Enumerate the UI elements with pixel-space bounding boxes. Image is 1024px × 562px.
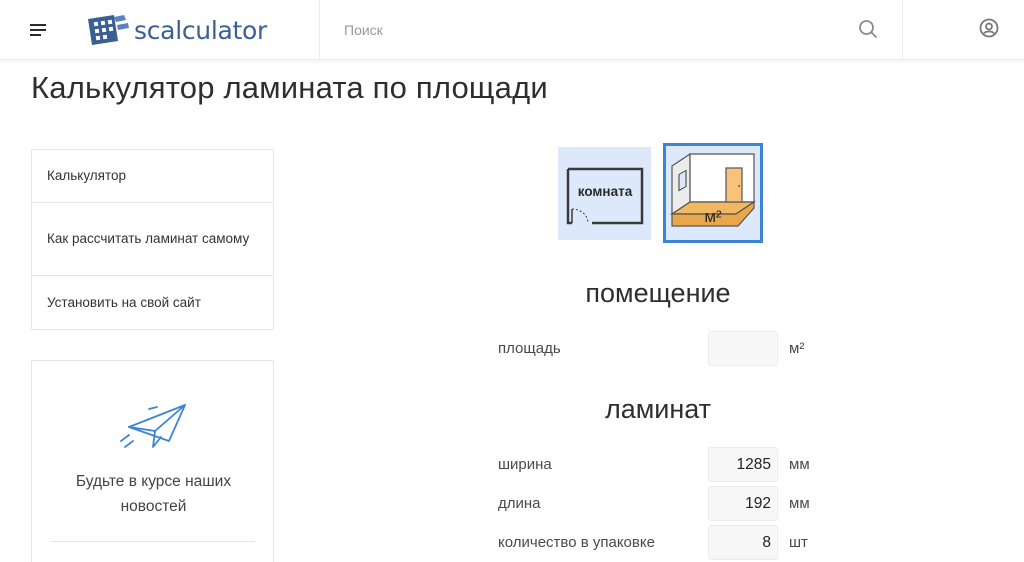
sidebar-item-label: Установить на свой сайт — [47, 294, 201, 310]
area-label: площадь — [498, 340, 561, 357]
hamburger-menu-icon[interactable] — [28, 19, 50, 41]
user-icon[interactable] — [977, 16, 1001, 40]
sidebar-item-install-widget[interactable]: Установить на свой сайт — [32, 276, 273, 329]
laminate-section-title: ламинат — [604, 394, 712, 424]
area-unit: м² — [789, 340, 805, 357]
room-plan-icon: комната — [566, 167, 644, 225]
pack-count-unit: шт — [789, 534, 808, 551]
news-subscribe-box: Будьте в курсе наших новостей — [31, 360, 274, 562]
header-divider — [902, 0, 903, 60]
calculator-logo-icon — [88, 15, 129, 45]
search-input[interactable] — [330, 14, 830, 46]
top-header: scalculator — [0, 0, 1024, 60]
sidebar-menu: Калькулятор Как рассчитать ламинат самом… — [31, 149, 274, 330]
site-logo[interactable]: scalculator — [84, 10, 267, 50]
length-label: длина — [498, 495, 541, 512]
mode-room-button[interactable]: комната — [558, 147, 651, 240]
width-label: ширина — [498, 456, 552, 473]
news-divider — [50, 541, 255, 542]
room-section-title: помещение — [585, 278, 731, 308]
room-3d-area-icon: м² — [670, 152, 756, 227]
pack-count-label: количество в упаковке — [498, 534, 655, 551]
pack-count-input[interactable] — [708, 525, 778, 560]
sidebar-item-label: Как рассчитать ламинат самому — [47, 231, 250, 246]
area-mode-label: м² — [704, 207, 722, 226]
header-divider — [319, 0, 320, 60]
mode-area-button[interactable]: м² — [663, 143, 763, 243]
area-input[interactable] — [708, 331, 778, 366]
width-input[interactable] — [708, 447, 778, 482]
logo-text: scalculator — [134, 15, 267, 45]
news-text: Будьте в курсе наших новостей — [75, 473, 232, 515]
sidebar-item-calculator[interactable]: Калькулятор — [32, 150, 273, 203]
search-icon[interactable] — [856, 17, 880, 41]
sidebar-item-how-to-calculate[interactable]: Как рассчитать ламинат самому — [32, 203, 273, 276]
room-mode-label: комната — [578, 184, 633, 199]
sidebar-item-label: Калькулятор — [47, 168, 127, 183]
width-unit: мм — [789, 456, 810, 473]
page-title: Калькулятор ламината по площади — [31, 70, 548, 105]
length-unit: мм — [789, 495, 810, 512]
length-input[interactable] — [708, 486, 778, 521]
paper-plane-icon — [120, 404, 186, 448]
